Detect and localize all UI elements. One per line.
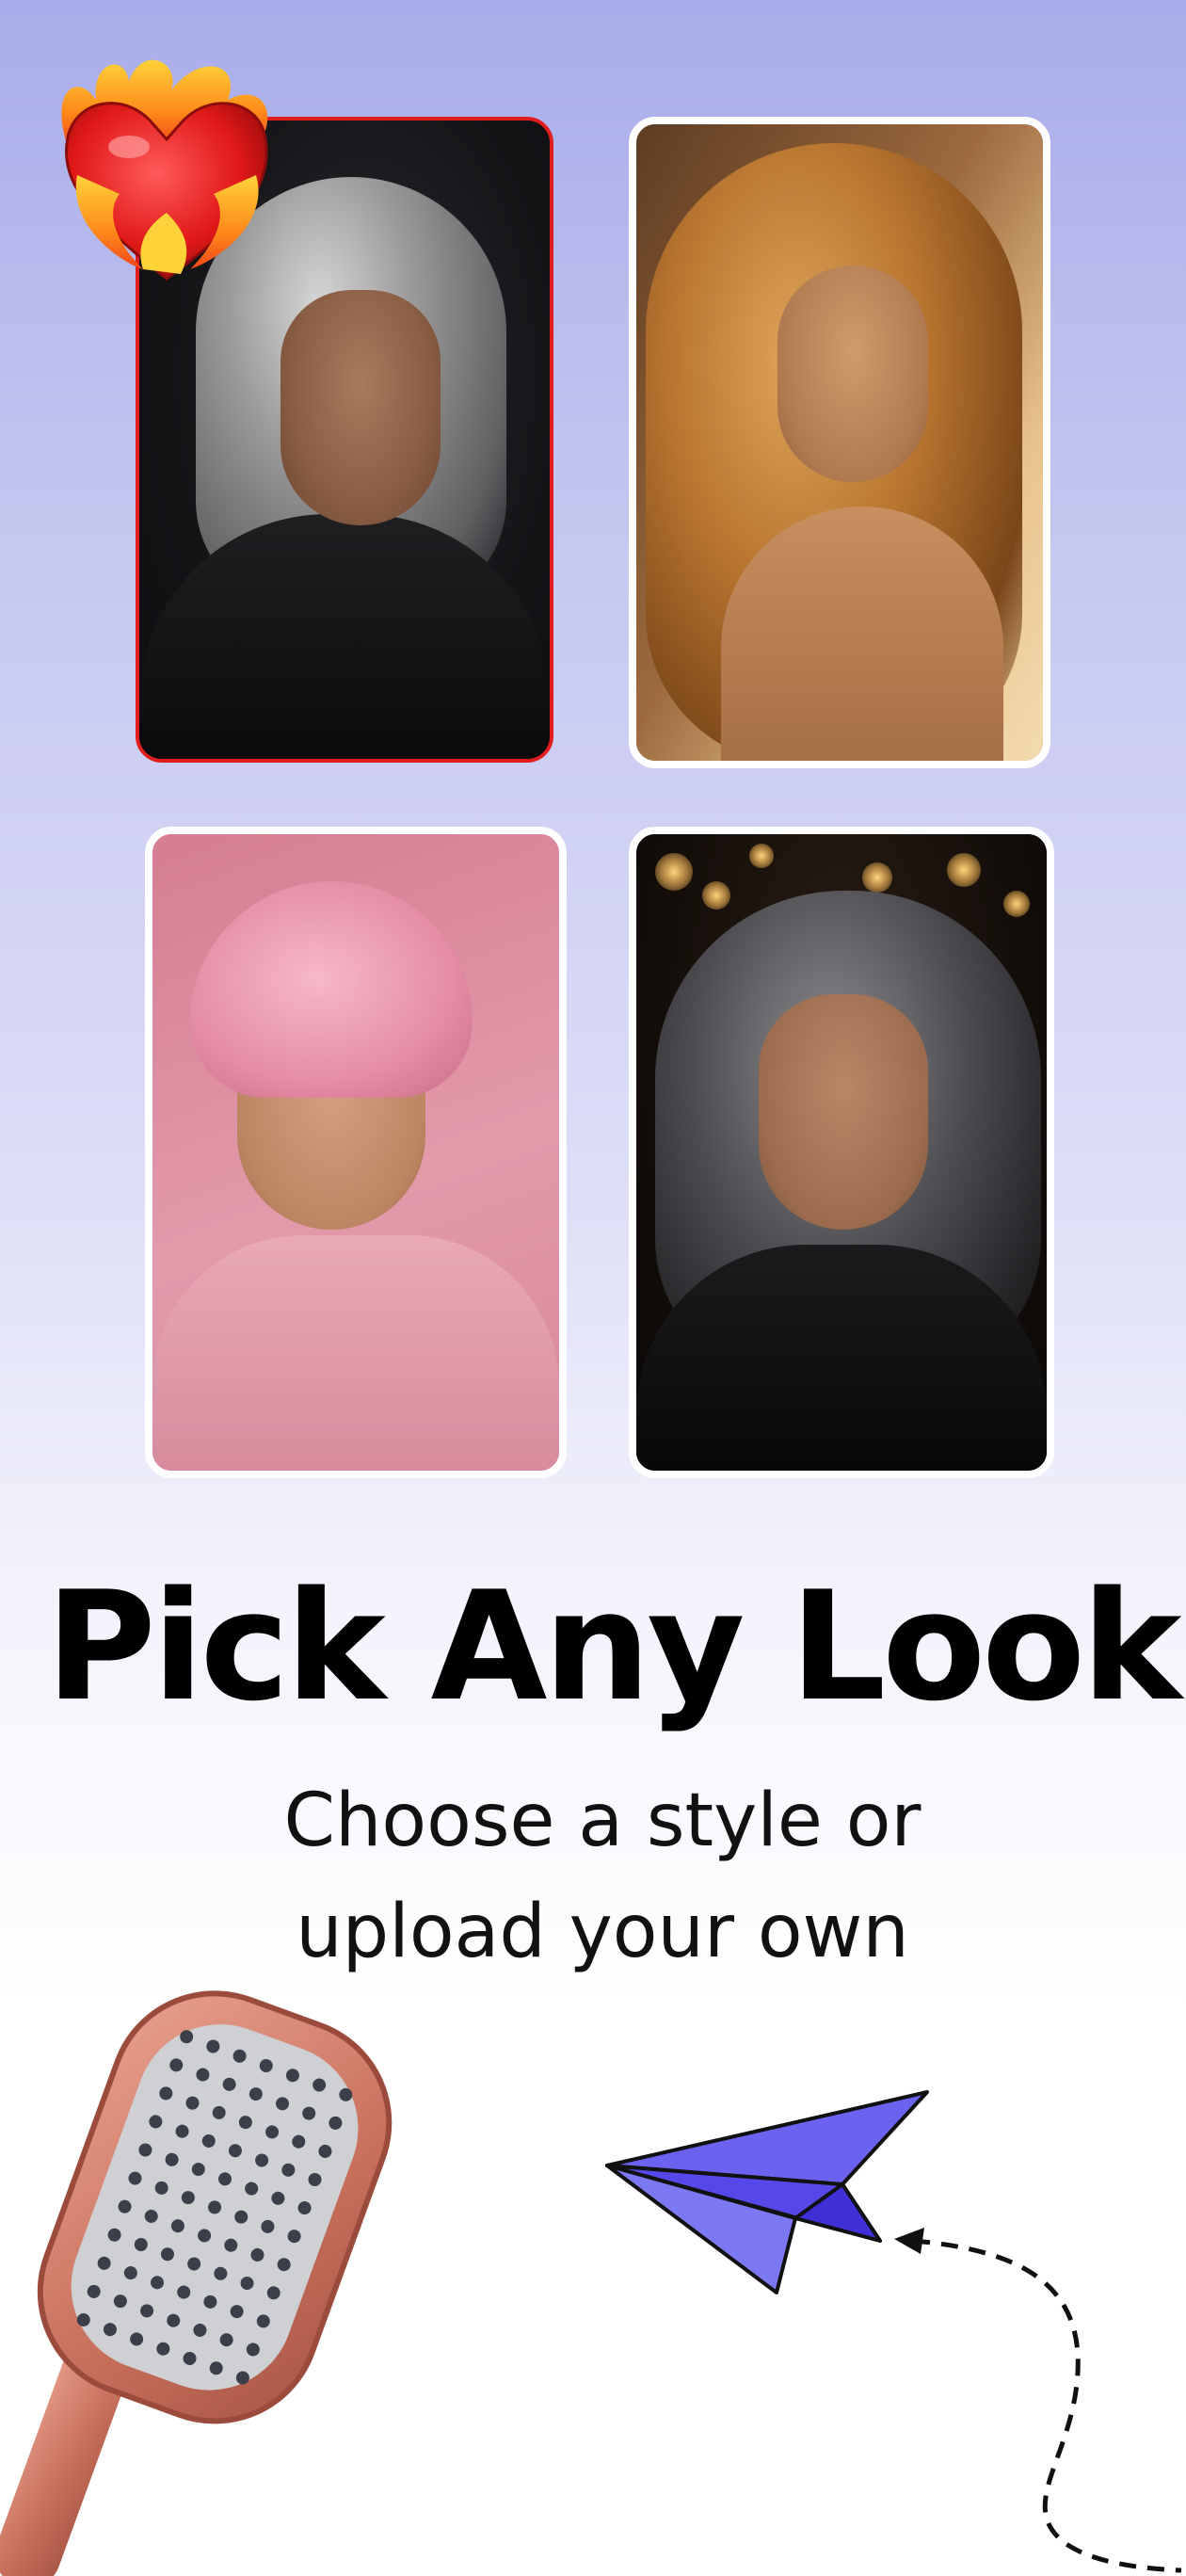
style-photo <box>636 834 1047 1471</box>
style-photo <box>636 124 1043 761</box>
flaming-heart-icon <box>61 59 268 281</box>
style-card-pink-pixie[interactable] <box>145 827 567 1478</box>
subtitle-line-2: upload your own <box>296 1890 909 1974</box>
subtitle-line-1: Choose a style or <box>283 1779 922 1863</box>
hairbrush-icon <box>0 1990 393 2576</box>
page-title: Pick Any Look <box>45 1558 1182 1734</box>
style-photo <box>152 834 559 1471</box>
paper-plane-icon <box>605 2090 929 2294</box>
style-card-dark-waves[interactable] <box>629 827 1054 1478</box>
page-subtitle: Choose a style or upload your own <box>0 1765 1186 1988</box>
style-card-caramel-waves[interactable] <box>629 117 1050 768</box>
dashed-arrow-path <box>894 2228 1182 2573</box>
